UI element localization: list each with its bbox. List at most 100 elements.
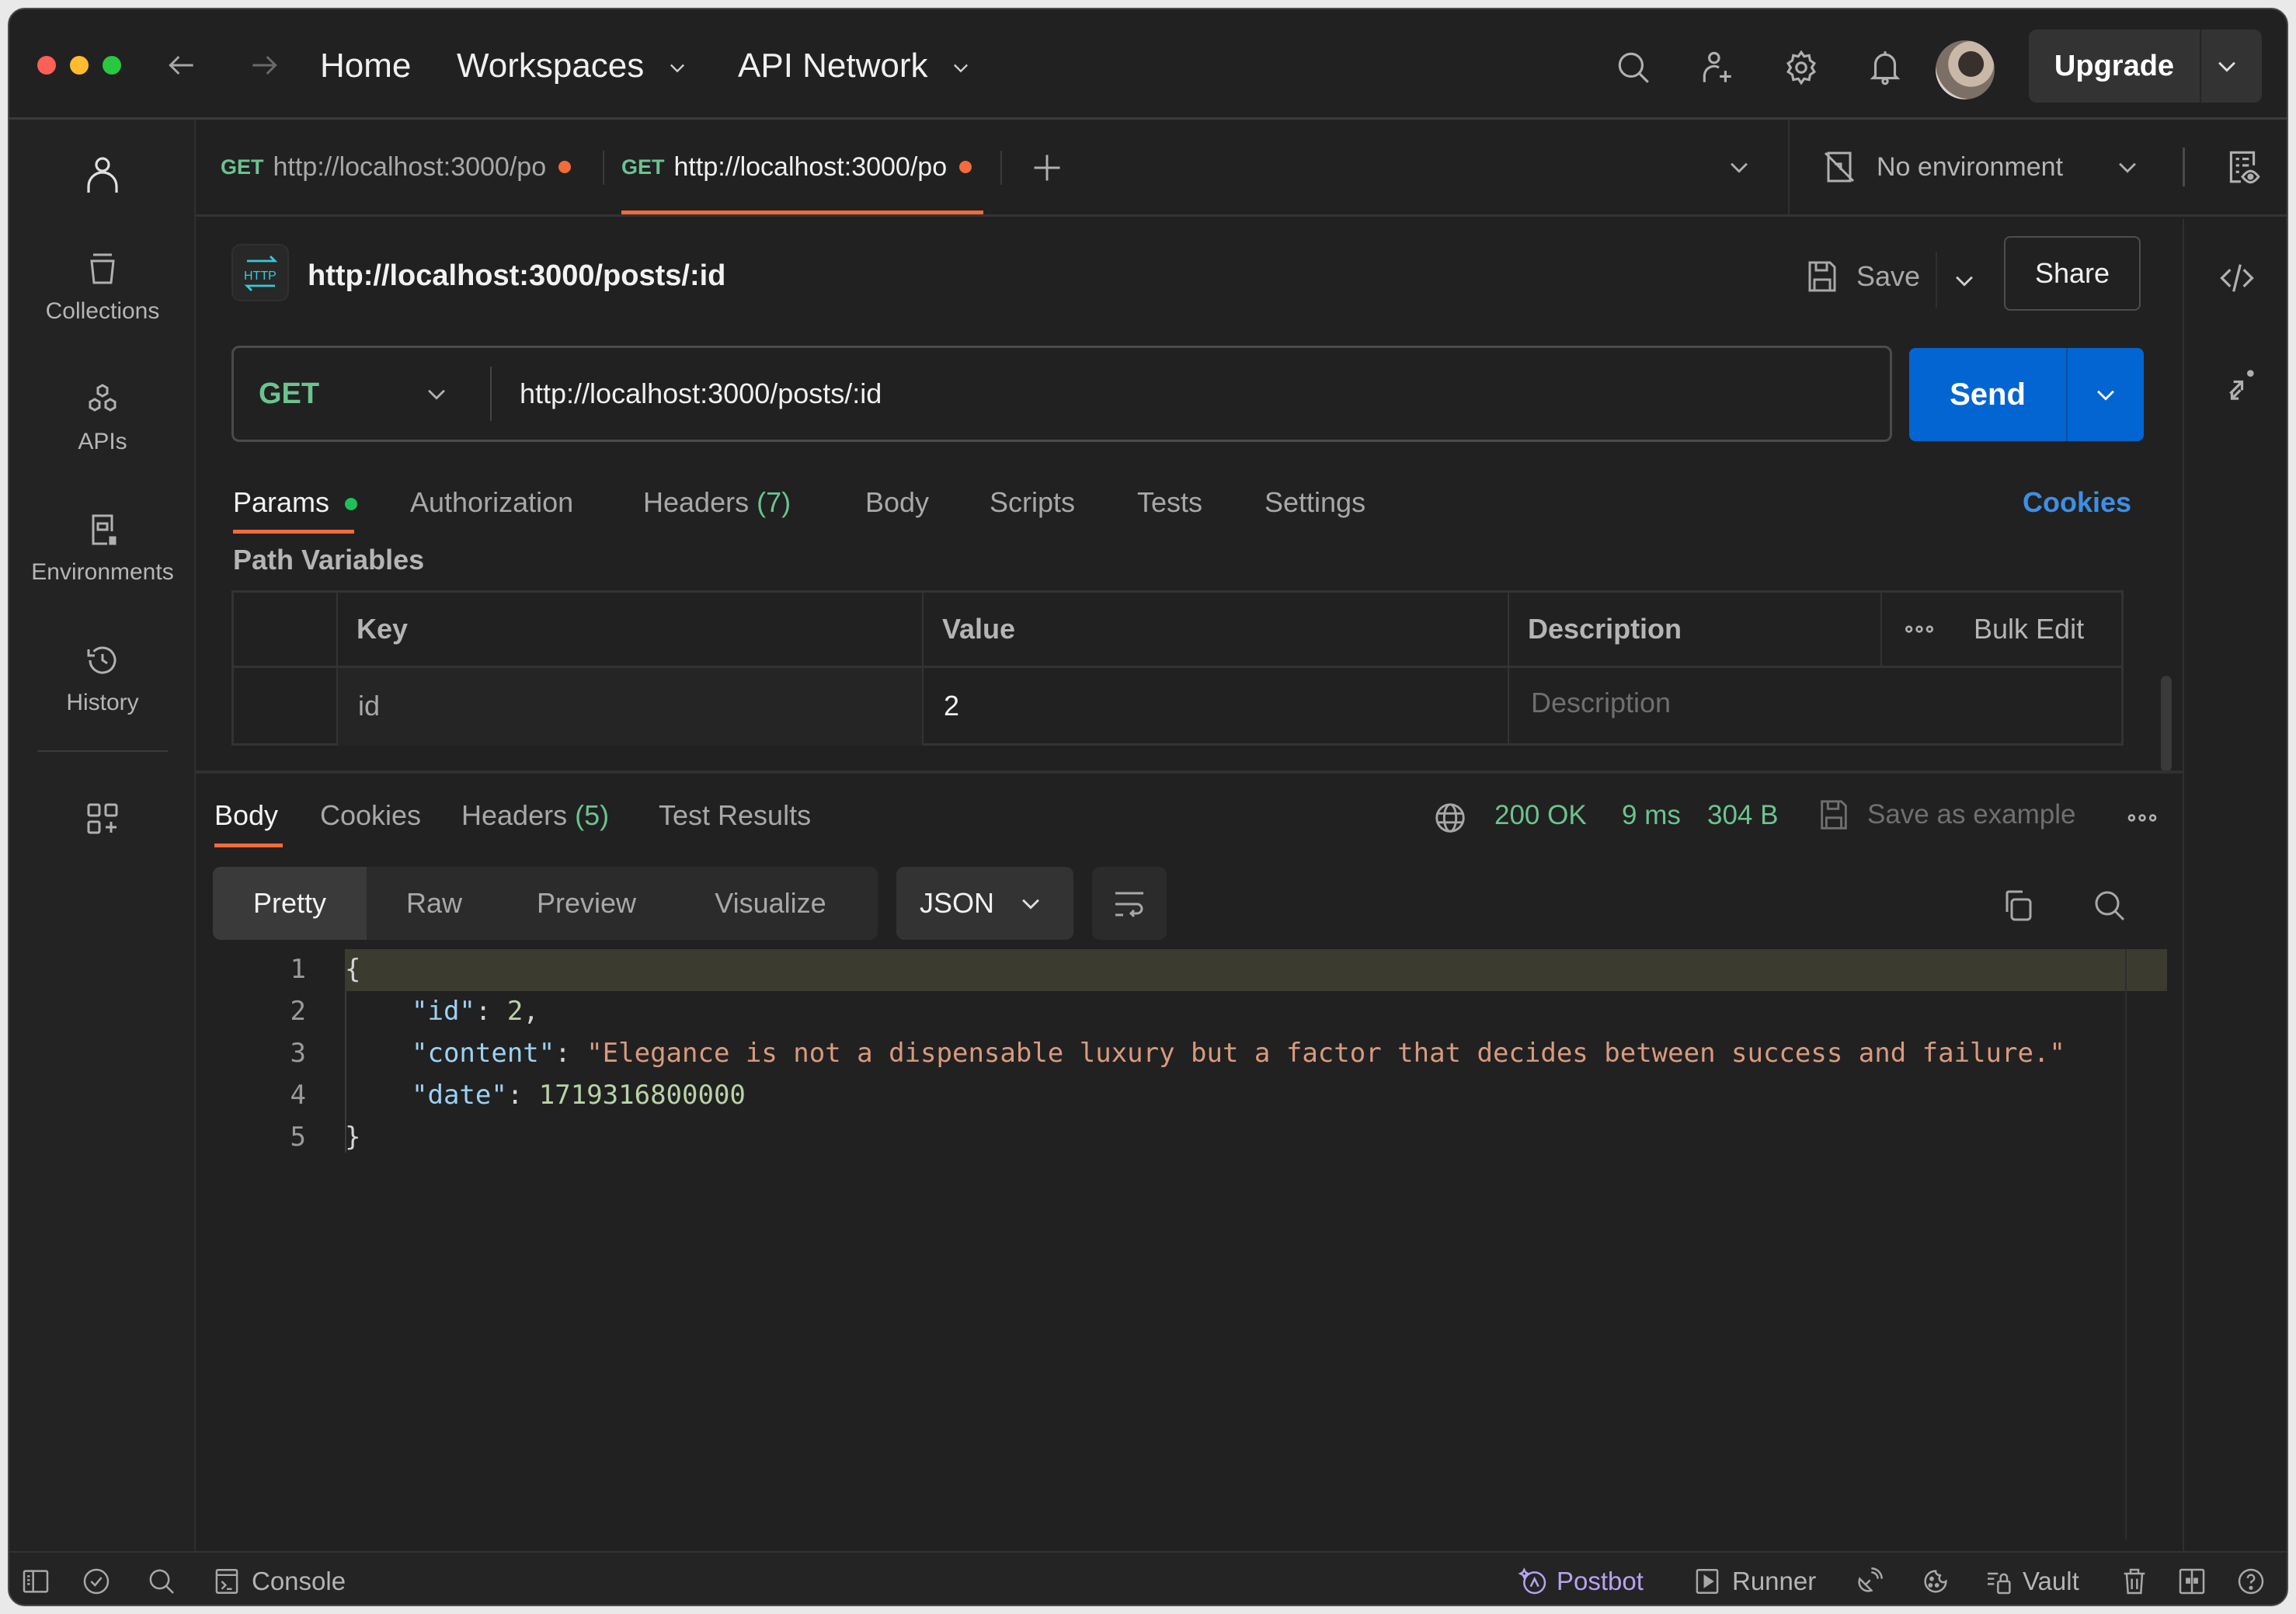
user-profile-icon[interactable] — [84, 154, 121, 194]
maximize-window-button[interactable] — [103, 56, 121, 75]
view-pretty[interactable]: Pretty — [213, 867, 367, 940]
method-chevron-down-icon[interactable] — [423, 381, 450, 407]
sidebar-item-apis[interactable]: APIs — [9, 381, 196, 455]
bulk-edit-button[interactable]: Bulk Edit — [1974, 613, 2084, 645]
send-button[interactable]: Send — [1909, 348, 2066, 441]
request-tab[interactable]: GET http://localhost:3000/po — [221, 120, 609, 214]
environment-selector[interactable]: No environment — [1821, 120, 2141, 214]
row-key-cell: id — [338, 668, 924, 746]
view-visualize[interactable]: Visualize — [671, 867, 870, 940]
tabs-overflow-chevron-icon[interactable] — [1726, 154, 1752, 180]
save-button[interactable]: Save — [1804, 258, 1920, 295]
format-select[interactable]: JSON — [896, 867, 1073, 940]
avatar[interactable] — [1936, 40, 1995, 99]
help-button[interactable] — [2235, 1553, 2266, 1605]
share-button[interactable]: Share — [2004, 236, 2141, 311]
minimize-window-button[interactable] — [70, 56, 89, 75]
more-options-icon[interactable] — [2125, 805, 2159, 831]
response-status[interactable]: 200 OK — [1494, 800, 1587, 831]
trash-icon — [2119, 1566, 2150, 1597]
sidebar-item-environments[interactable]: Environments — [9, 511, 196, 586]
close-window-button[interactable] — [37, 56, 56, 75]
add-workbench-icon[interactable] — [84, 800, 121, 837]
help-question-icon — [2235, 1566, 2266, 1597]
view-raw[interactable]: Raw — [367, 867, 502, 940]
nav-home[interactable]: Home — [320, 47, 411, 85]
nav-api-network[interactable]: API Network — [738, 47, 972, 85]
scrollbar-thumb[interactable] — [2161, 676, 2172, 772]
invite-user-icon[interactable] — [1698, 48, 1737, 87]
tab-scripts[interactable]: Scripts — [990, 486, 1075, 519]
wrap-lines-icon — [1111, 885, 1148, 923]
vault-lock-icon — [1984, 1566, 2015, 1597]
environment-quick-look-icon[interactable] — [2223, 148, 2262, 186]
more-options-icon[interactable] — [1904, 616, 1935, 642]
search-icon[interactable] — [2091, 887, 2128, 924]
save-options-chevron-icon[interactable] — [1951, 267, 1978, 294]
sidebar-item-history[interactable]: History — [9, 642, 196, 716]
response-tab-body[interactable]: Body — [214, 799, 278, 832]
save-as-example-button[interactable]: Save as example — [1816, 797, 2075, 833]
chevron-down-icon[interactable] — [2214, 53, 2240, 79]
find-replace-button[interactable] — [81, 1553, 112, 1605]
console-label: Console — [252, 1566, 346, 1595]
tab-method: GET — [221, 155, 264, 179]
save-disk-icon — [1816, 797, 1852, 833]
headers-count-badge: (5) — [575, 799, 610, 831]
tab-params[interactable]: Params — [233, 486, 358, 519]
status-bar: Console Postbot Runner Vault — [9, 1551, 2287, 1605]
forward-arrow-icon[interactable] — [247, 48, 281, 82]
sidebar-item-collections[interactable]: Collections — [9, 250, 196, 325]
new-tab-plus-icon[interactable] — [1030, 151, 1064, 185]
runner-button[interactable]: Runner — [1693, 1553, 1816, 1605]
response-divider[interactable] — [196, 770, 2183, 774]
vault-button[interactable]: Vault — [1984, 1553, 2079, 1605]
request-tab-active[interactable]: GET http://localhost:3000/po — [621, 120, 1010, 214]
two-pane-view-button[interactable] — [2176, 1553, 2207, 1605]
method-select[interactable]: GET — [259, 348, 319, 440]
response-tab-cookies[interactable]: Cookies — [320, 799, 421, 832]
tab-authorization[interactable]: Authorization — [410, 486, 573, 519]
code-snippet-icon[interactable] — [2217, 258, 2257, 298]
unsaved-dot — [959, 161, 972, 173]
globe-icon[interactable] — [1432, 800, 1468, 836]
console-button[interactable]: Console — [213, 1553, 346, 1605]
response-size[interactable]: 304 B — [1707, 800, 1778, 831]
send-options-chevron-icon[interactable] — [2092, 381, 2119, 408]
table-header-key: Key — [338, 593, 924, 666]
tab-headers[interactable]: Headers (7) — [643, 486, 791, 519]
trash-button[interactable] — [2119, 1553, 2150, 1605]
response-tab-test-results[interactable]: Test Results — [659, 799, 811, 832]
upgrade-button[interactable]: Upgrade — [2029, 30, 2262, 103]
tab-tests[interactable]: Tests — [1137, 486, 1202, 519]
back-arrow-icon[interactable] — [165, 48, 199, 82]
nav-workspaces[interactable]: Workspaces — [457, 47, 688, 85]
unsaved-dot — [558, 161, 572, 173]
toggle-sidebar-button[interactable] — [20, 1553, 51, 1605]
tab-settings[interactable]: Settings — [1265, 486, 1365, 519]
cookies-link[interactable]: Cookies — [2023, 486, 2131, 519]
view-preview[interactable]: Preview — [502, 867, 671, 940]
wrap-lines-button[interactable] — [1092, 867, 1167, 940]
copy-icon[interactable] — [1999, 887, 2037, 924]
row-description-cell[interactable]: Description — [1509, 668, 2123, 746]
response-tab-headers[interactable]: Headers (5) — [461, 799, 609, 832]
cookies-button[interactable] — [1920, 1553, 1951, 1605]
response-time[interactable]: 9 ms — [1622, 800, 1681, 831]
tab-label: Params — [233, 486, 330, 518]
related-collections-icon[interactable] — [2217, 367, 2257, 407]
postbot-button[interactable]: Postbot — [1518, 1553, 1644, 1605]
table-cell — [234, 593, 338, 666]
url-input[interactable]: http://localhost:3000/posts/:id — [520, 348, 1871, 440]
capture-requests-button[interactable] — [1853, 1553, 1884, 1605]
gear-icon[interactable] — [1782, 48, 1821, 87]
json-key: "date" — [412, 1080, 507, 1111]
row-value-cell[interactable]: 2 — [924, 668, 1509, 746]
bell-icon[interactable] — [1866, 48, 1905, 87]
headers-count-badge: (7) — [757, 486, 791, 518]
tab-body[interactable]: Body — [865, 486, 929, 519]
search-icon[interactable] — [1614, 48, 1653, 87]
search-button[interactable] — [146, 1553, 177, 1605]
request-title[interactable]: http://localhost:3000/posts/:id — [308, 259, 725, 293]
current-line-highlight — [345, 949, 2167, 991]
